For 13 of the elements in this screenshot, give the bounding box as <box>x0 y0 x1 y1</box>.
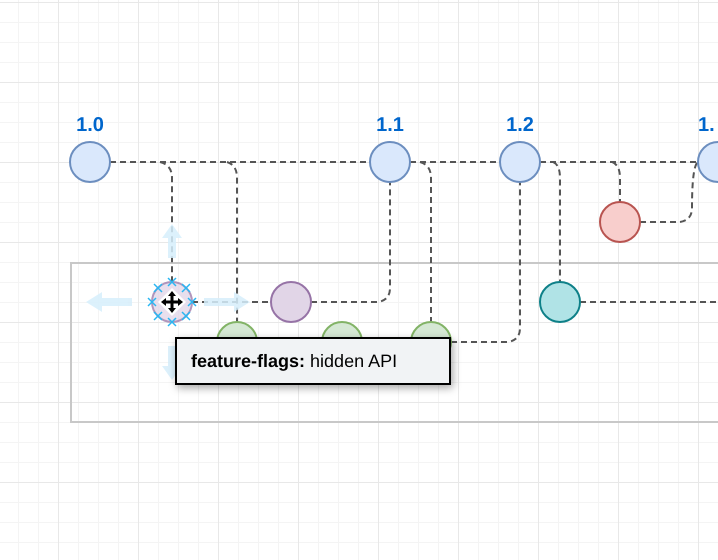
version-label: 1. <box>698 114 715 136</box>
commit-node[interactable] <box>599 201 641 243</box>
tooltip: feature-flags: hidden API <box>175 337 451 385</box>
version-label: 1.2 <box>506 114 534 136</box>
commit-node[interactable] <box>69 141 111 183</box>
commit-node[interactable] <box>270 281 312 323</box>
commit-node[interactable] <box>369 141 411 183</box>
commit-node[interactable] <box>539 281 581 323</box>
commit-node[interactable] <box>697 141 718 183</box>
commit-node[interactable] <box>499 141 541 183</box>
move-cursor-icon <box>158 288 186 316</box>
version-label: 1.0 <box>76 114 104 136</box>
version-label: 1.1 <box>376 114 404 136</box>
